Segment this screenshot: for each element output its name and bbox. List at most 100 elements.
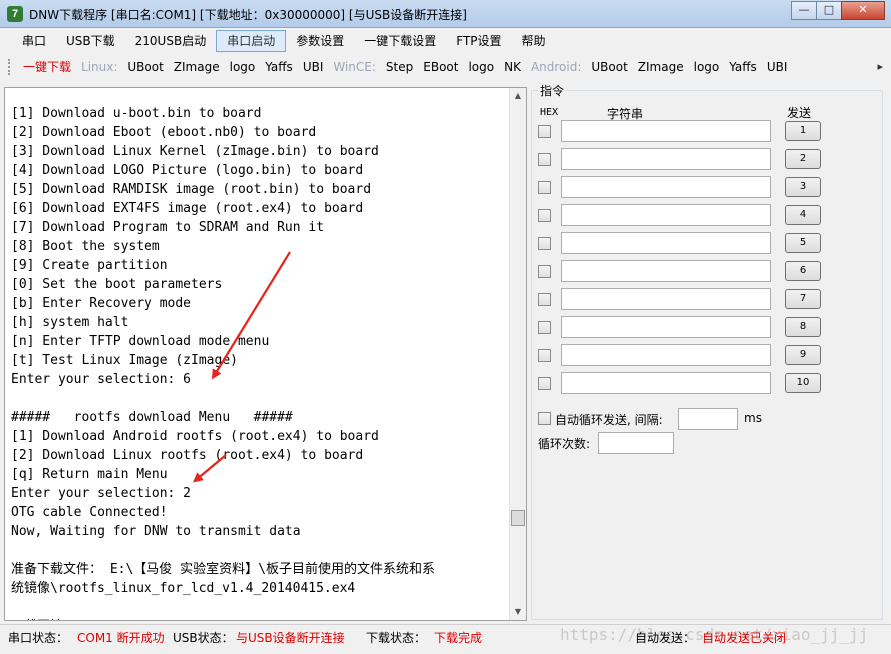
command-string-input[interactable]: [561, 288, 771, 310]
menu-item-5[interactable]: 一键下载设置: [354, 30, 446, 52]
minimize-button[interactable]: —: [791, 1, 817, 20]
quickbar-item[interactable]: EBoot: [418, 57, 463, 77]
quickbar-item[interactable]: logo: [225, 57, 261, 77]
toolbar-grip[interactable]: [8, 59, 12, 75]
send-button[interactable]: 8: [785, 317, 821, 337]
send-button[interactable]: 4: [785, 205, 821, 225]
usb-status-value: 与USB设备断开连接: [236, 631, 345, 645]
hex-checkbox[interactable]: [538, 377, 551, 390]
menu-item-6[interactable]: FTP设置: [446, 30, 511, 52]
command-row: 2: [531, 148, 883, 172]
console-line: [n] Enter TFTP download mode menu: [11, 334, 270, 349]
menu-item-3[interactable]: 串口启动: [216, 30, 287, 52]
quickbar-group-label: Linux:: [81, 60, 118, 74]
scroll-up-icon[interactable]: ▲: [510, 88, 526, 104]
hex-checkbox[interactable]: [538, 125, 551, 138]
send-button[interactable]: 6: [785, 261, 821, 281]
command-row: 1: [531, 120, 883, 144]
auto-send-value: 自动发送已关闭: [702, 631, 787, 645]
command-string-input[interactable]: [561, 316, 771, 338]
quickbar-item[interactable]: logo: [463, 57, 499, 77]
command-string-input[interactable]: [561, 148, 771, 170]
scroll-thumb[interactable]: [511, 510, 525, 526]
console-line: OTG cable Connected!: [11, 505, 168, 520]
command-row: 6: [531, 260, 883, 284]
send-button[interactable]: 9: [785, 345, 821, 365]
console-scrollbar[interactable]: ▲ ▼: [509, 88, 526, 620]
command-string-input[interactable]: [561, 260, 771, 282]
menu-item-4[interactable]: 参数设置: [286, 30, 354, 52]
hex-checkbox[interactable]: [538, 293, 551, 306]
window-controls: — □ ✕: [791, 1, 885, 20]
send-button[interactable]: 10: [785, 373, 821, 393]
send-button[interactable]: 2: [785, 149, 821, 169]
auto-send-label: 自动发送：: [635, 631, 696, 645]
hex-checkbox[interactable]: [538, 181, 551, 194]
quickbar-item[interactable]: 一键下载: [18, 57, 76, 77]
app-icon: 7: [7, 6, 23, 22]
hex-column-header: HEX: [540, 107, 559, 118]
quickbar-item[interactable]: NK: [499, 57, 526, 77]
console-line: 统镜像\rootfs_linux_for_lcd_v1.4_20140415.e…: [11, 581, 356, 596]
console-line: 下载开始: [11, 617, 506, 620]
hex-checkbox[interactable]: [538, 209, 551, 222]
serial-status-value: COM1 断开成功: [77, 631, 165, 645]
auto-loop-label: 自动循环发送, 间隔:: [555, 413, 663, 427]
command-row: 5: [531, 232, 883, 256]
toolbar-overflow-icon[interactable]: ▸: [877, 60, 883, 73]
maximize-button[interactable]: □: [816, 1, 842, 20]
quickbar-item[interactable]: Yaffs: [260, 57, 298, 77]
hex-checkbox[interactable]: [538, 321, 551, 334]
ms-label: ms: [744, 411, 762, 425]
scroll-down-icon[interactable]: ▼: [510, 604, 526, 620]
send-button[interactable]: 3: [785, 177, 821, 197]
send-button[interactable]: 1: [785, 121, 821, 141]
command-string-input[interactable]: [561, 204, 771, 226]
quickbar-item[interactable]: Yaffs: [724, 57, 762, 77]
console-line: [b] Enter Recovery mode: [11, 296, 192, 311]
auto-loop-checkbox[interactable]: [538, 412, 551, 425]
quickbar-item[interactable]: UBoot: [586, 57, 632, 77]
console-line: [t] Test Linux Image (zImage): [11, 353, 238, 368]
quickbar-item[interactable]: UBoot: [122, 57, 168, 77]
command-row: 7: [531, 288, 883, 312]
send-button[interactable]: 7: [785, 289, 821, 309]
close-button[interactable]: ✕: [841, 1, 885, 20]
command-string-input[interactable]: [561, 120, 771, 142]
menu-item-0[interactable]: 串口: [12, 30, 56, 52]
quickbar-group-label: WinCE:: [333, 60, 376, 74]
menu-item-2[interactable]: 210USB启动: [125, 30, 217, 52]
hex-checkbox[interactable]: [538, 237, 551, 250]
hex-checkbox[interactable]: [538, 153, 551, 166]
hex-checkbox[interactable]: [538, 349, 551, 362]
serial-status-label: 串口状态：: [8, 631, 69, 645]
console-text: [1] Download u-boot.bin to board [2] Down…: [11, 104, 506, 620]
quickbar-item[interactable]: UBI: [298, 57, 329, 77]
console-line: Enter your selection: 2: [11, 486, 192, 501]
console-output[interactable]: [1] Download u-boot.bin to board [2] Down…: [4, 87, 527, 621]
title-bar[interactable]: 7 DNW下载程序 [串口名:COM1] [下载地址：0x30000000] […: [0, 0, 891, 28]
quickbar-item[interactable]: Step: [381, 57, 418, 77]
command-string-input[interactable]: [561, 232, 771, 254]
quickbar-item[interactable]: UBI: [762, 57, 793, 77]
command-row: 3: [531, 176, 883, 200]
quickbar-item[interactable]: ZImage: [169, 57, 225, 77]
interval-input[interactable]: [678, 408, 738, 430]
console-line: [2] Download Eboot (eboot.nb0) to board: [11, 125, 317, 140]
command-string-input[interactable]: [561, 372, 771, 394]
loop-count-input[interactable]: [598, 432, 674, 454]
menu-item-7[interactable]: 帮助: [512, 30, 556, 52]
download-status-label: 下载状态：: [366, 631, 427, 645]
console-line: Enter your selection: 6: [11, 372, 192, 387]
menu-item-1[interactable]: USB下载: [56, 30, 125, 52]
quickbar-item[interactable]: ZImage: [633, 57, 689, 77]
status-bar: https://blog.csdn.net/xiao_jj_jj 串口状态： C…: [0, 624, 891, 654]
command-row: 10: [531, 372, 883, 396]
send-button[interactable]: 5: [785, 233, 821, 253]
console-line: [9] Create partition: [11, 258, 168, 273]
quickbar-item[interactable]: logo: [689, 57, 725, 77]
hex-checkbox[interactable]: [538, 265, 551, 278]
console-line: [q] Return main Menu: [11, 467, 168, 482]
command-string-input[interactable]: [561, 176, 771, 198]
command-string-input[interactable]: [561, 344, 771, 366]
